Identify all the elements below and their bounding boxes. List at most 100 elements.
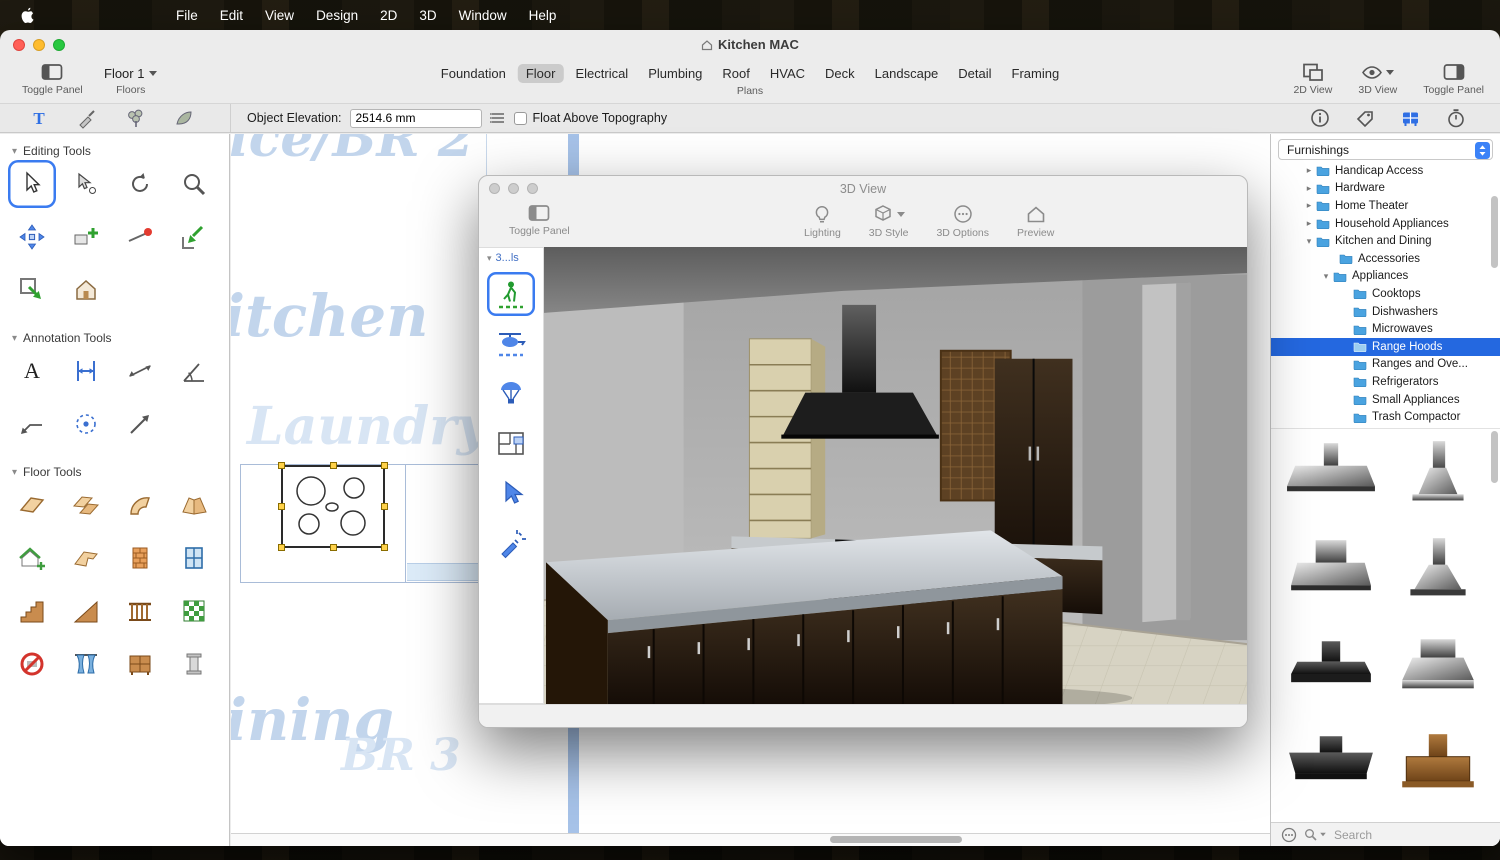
stairs-tool[interactable] (8, 587, 56, 635)
menu-view[interactable]: View (254, 8, 305, 23)
tab-framing[interactable]: Framing (1004, 64, 1068, 83)
selection-handle[interactable] (278, 503, 285, 510)
object-elevation-input[interactable] (350, 109, 482, 128)
no-floor-tool[interactable] (8, 640, 56, 688)
tree-item-hardware[interactable]: ▸Hardware (1271, 180, 1500, 198)
chevron-right-icon[interactable]: ▸ (1304, 165, 1314, 176)
3d-view-button[interactable]: 3D View (1358, 63, 1397, 96)
tree-item-home-theater[interactable]: ▸Home Theater (1271, 197, 1500, 215)
tree-item-cooktops[interactable]: Cooktops (1271, 285, 1500, 303)
tab-deck[interactable]: Deck (817, 64, 863, 83)
tab-detail[interactable]: Detail (950, 64, 999, 83)
stepper-icon[interactable] (1475, 142, 1490, 159)
move-tool[interactable] (8, 213, 56, 261)
curved-floor-tool[interactable] (116, 481, 164, 529)
select-tool[interactable] (8, 160, 56, 208)
tree-item-refrigerators[interactable]: Refrigerators (1271, 373, 1500, 391)
minimize-button[interactable] (508, 183, 519, 194)
spray-paint-tool[interactable] (487, 522, 535, 566)
plant-tool-icon[interactable] (124, 107, 146, 129)
minimize-button[interactable] (33, 39, 45, 51)
section-editing-tools[interactable]: ▾ Editing Tools (12, 144, 229, 158)
leaf-tool-icon[interactable] (172, 107, 194, 129)
3d-options-button[interactable]: 3D Options (936, 204, 989, 239)
3d-style-button[interactable]: 3D Style (869, 204, 909, 239)
furnishings-library-icon[interactable] (1400, 108, 1421, 128)
tree-item-range-hoods[interactable]: Range Hoods (1271, 338, 1500, 356)
section-annotation-tools[interactable]: ▾ Annotation Tools (12, 331, 229, 345)
chevron-down-icon[interactable]: ▾ (1304, 236, 1314, 247)
section-floor-tools[interactable]: ▾ Floor Tools (12, 465, 229, 479)
thumbnail-wood-box-range-hood[interactable] (1384, 722, 1491, 819)
flyover-tool[interactable] (487, 322, 535, 366)
thumbnail-island-box-range-hood[interactable] (1277, 431, 1384, 528)
north-arrow-tool[interactable] (116, 400, 164, 448)
selection-handle[interactable] (330, 462, 337, 469)
preview-button[interactable]: Preview (1017, 204, 1054, 239)
angular-dimension-tool[interactable] (170, 347, 218, 395)
library-search-input[interactable] (1334, 828, 1454, 842)
library-category-select[interactable]: Furnishings (1278, 139, 1493, 160)
filter-options-icon[interactable] (1281, 827, 1297, 843)
window-tool[interactable] (170, 534, 218, 582)
thumbnail-professional-range-hood[interactable] (1384, 625, 1491, 722)
chevron-right-icon[interactable]: ▸ (1304, 183, 1314, 194)
house-library-tool[interactable] (62, 266, 110, 314)
tree-item-handicap-access[interactable]: ▸Handicap Access (1271, 162, 1500, 180)
tree-item-small-appliances[interactable]: Small Appliances (1271, 391, 1500, 409)
plan-view-tool[interactable] (487, 422, 535, 466)
selection-handle[interactable] (330, 544, 337, 551)
toggle-panel-right-button[interactable]: Toggle Panel (1423, 63, 1484, 96)
tree-item-dishwashers[interactable]: Dishwashers (1271, 303, 1500, 321)
ramp-tool[interactable] (62, 587, 110, 635)
tab-floor[interactable]: Floor (518, 64, 564, 83)
cabinet-tool[interactable] (116, 640, 164, 688)
tree-item-accessories[interactable]: Accessories (1271, 250, 1500, 268)
thumbnail-pyramid-range-hood[interactable] (1384, 528, 1491, 625)
chevron-down-icon[interactable]: ▾ (1321, 271, 1331, 282)
tab-landscape[interactable]: Landscape (867, 64, 947, 83)
curtains-tool[interactable] (62, 640, 110, 688)
leader-line-tool[interactable] (8, 400, 56, 448)
toggle-panel-left-button[interactable]: Toggle Panel (22, 63, 83, 96)
horizontal-scrollbar[interactable] (830, 836, 962, 843)
close-button[interactable] (489, 183, 500, 194)
chevron-right-icon[interactable]: ▸ (1304, 218, 1314, 229)
railing-tool[interactable] (116, 587, 164, 635)
tree-item-trash-compactor[interactable]: Trash Compactor (1271, 408, 1500, 426)
split-floor-tool[interactable] (170, 481, 218, 529)
tree-item-appliances[interactable]: ▾Appliances (1271, 268, 1500, 286)
close-button[interactable] (13, 39, 25, 51)
column-tool[interactable] (170, 640, 218, 688)
info-icon[interactable] (1310, 108, 1330, 128)
trowel-tool-icon[interactable] (76, 107, 98, 129)
chevron-down-icon[interactable] (1320, 833, 1326, 837)
tab-foundation[interactable]: Foundation (433, 64, 514, 83)
tree-item-ranges-and-ovens[interactable]: Ranges and Ove... (1271, 356, 1500, 374)
selection-handle[interactable] (381, 544, 388, 551)
zoom-button[interactable] (527, 183, 538, 194)
floor-cutout-tool[interactable] (62, 534, 110, 582)
thumbnail-flat-island-dark-range-hood[interactable] (1277, 722, 1384, 819)
zoom-button[interactable] (53, 39, 65, 51)
menu-help[interactable]: Help (518, 8, 568, 23)
tree-item-kitchen-and-dining[interactable]: ▾Kitchen and Dining (1271, 232, 1500, 250)
chevron-right-icon[interactable]: ▸ (1304, 200, 1314, 211)
floor-plane-tool[interactable] (8, 481, 56, 529)
tag-icon[interactable] (1355, 108, 1375, 128)
remove-point-tool[interactable] (116, 213, 164, 261)
floor-levels-tool[interactable] (62, 481, 110, 529)
import-tool[interactable] (170, 213, 218, 261)
menu-window[interactable]: Window (448, 8, 518, 23)
tab-electrical[interactable]: Electrical (567, 64, 636, 83)
sprinkler-tool[interactable] (62, 400, 110, 448)
tab-plumbing[interactable]: Plumbing (640, 64, 710, 83)
menu-file[interactable]: File (165, 8, 209, 23)
3d-window-titlebar[interactable]: 3D View (479, 176, 1247, 201)
menu-3d[interactable]: 3D (408, 8, 447, 23)
add-object-tool[interactable] (62, 213, 110, 261)
balloon-view-tool[interactable] (487, 372, 535, 416)
menu-2d[interactable]: 2D (369, 8, 408, 23)
masonry-column-tool[interactable] (116, 534, 164, 582)
2d-view-button[interactable]: 2D View (1293, 63, 1332, 96)
